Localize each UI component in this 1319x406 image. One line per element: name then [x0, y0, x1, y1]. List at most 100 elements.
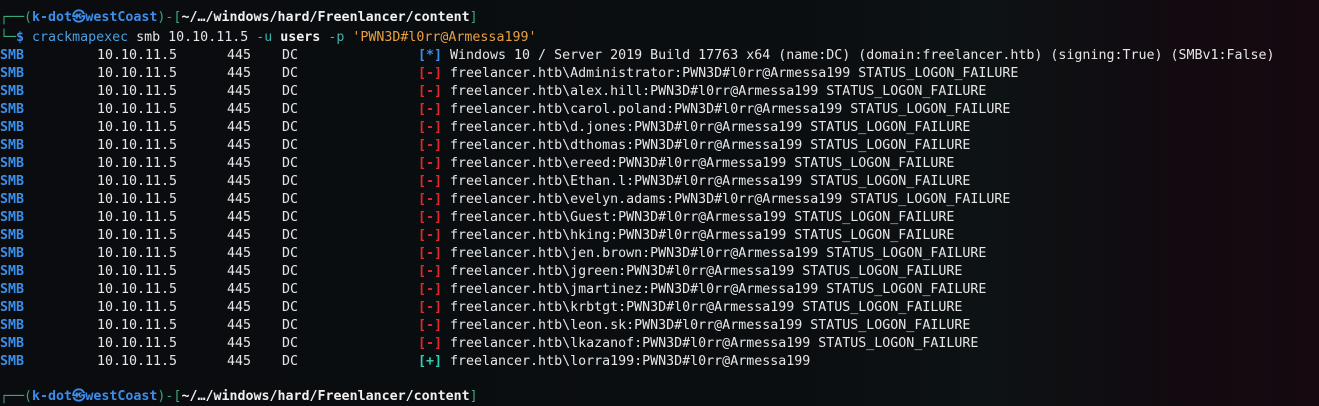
port: 445: [227, 156, 252, 171]
status-marker: [-]: [418, 228, 443, 243]
hostname: DC: [282, 120, 299, 135]
protocol: SMB: [0, 354, 25, 369]
output-row: SMB 10.10.11.5 445 DC [-] freelancer.htb\Admi…: [0, 65, 1319, 83]
hostname: DC: [282, 210, 299, 225]
result-message: freelancer.htb\carol.poland:PWN3D#l0rr@A…: [450, 102, 1011, 117]
protocol: SMB: [0, 264, 25, 279]
protocol: SMB: [0, 156, 25, 171]
result-message: freelancer.htb\Administrator:PWN3D#l0rr@…: [450, 66, 1019, 81]
ip-address: 10.10.11.5: [97, 66, 178, 81]
port: 445: [227, 228, 252, 243]
hostname: DC: [282, 300, 299, 315]
result-message: freelancer.htb\alex.hill:PWN3D#l0rr@Arme…: [450, 84, 987, 99]
result-message: freelancer.htb\evelyn.adams:PWN3D#l0rr@A…: [450, 192, 1011, 207]
hostname: DC: [282, 192, 299, 207]
result-message: freelancer.htb\Ethan.l:PWN3D#l0rr@Armess…: [450, 174, 971, 189]
port: 445: [227, 174, 252, 189]
protocol: SMB: [0, 192, 25, 207]
ip-address: 10.10.11.5: [97, 336, 178, 351]
command-line: └─$ crackmapexec smb 10.10.11.5 -u users…: [0, 30, 537, 45]
result-message: Windows 10 / Server 2019 Build 17763 x64…: [450, 48, 1275, 63]
port: 445: [227, 282, 252, 297]
ip-address: 10.10.11.5: [97, 282, 178, 297]
result-message: freelancer.htb\lkazanof:PWN3D#l0rr@Armes…: [450, 336, 979, 351]
output-row: SMB 10.10.11.5 445 DC [-] freelancer.htb\alex…: [0, 83, 1319, 101]
protocol: SMB: [0, 120, 25, 135]
prompt-host: westCoast: [85, 389, 158, 404]
status-marker: [-]: [418, 102, 443, 117]
port: 445: [227, 354, 252, 369]
prompt-line: ┌──(k-dot㉿westCoast)-[~/…/windows/hard/F…: [0, 10, 478, 25]
result-message: freelancer.htb\hking:PWN3D#l0rr@Armessa1…: [450, 228, 955, 243]
hostname: DC: [282, 48, 299, 63]
output-row: SMB 10.10.11.5 445 DC [-] freelancer.htb\jmar…: [0, 281, 1319, 299]
protocol: SMB: [0, 138, 25, 153]
protocol: SMB: [0, 282, 25, 297]
output-row: SMB 10.10.11.5 445 DC [-] freelancer.htb\caro…: [0, 101, 1319, 119]
hostname: DC: [282, 336, 299, 351]
command-args: smb 10.10.11.5: [136, 30, 249, 45]
status-marker: [-]: [418, 66, 443, 81]
prompt-path: ~/…/windows/hard/Freenlancer/content: [181, 10, 470, 25]
ip-address: 10.10.11.5: [97, 138, 178, 153]
status-marker: [-]: [418, 336, 443, 351]
output-row: SMB 10.10.11.5 445 DC [-] freelancer.htb\jgre…: [0, 263, 1319, 281]
prompt-path: ~/…/windows/hard/Freenlancer/content: [181, 389, 470, 404]
ip-address: 10.10.11.5: [97, 48, 178, 63]
status-marker: [-]: [418, 246, 443, 261]
output-row: SMB 10.10.11.5 445 DC [*] Windows 10 / Server…: [0, 47, 1319, 65]
protocol: SMB: [0, 318, 25, 333]
protocol: SMB: [0, 336, 25, 351]
status-marker: [-]: [418, 120, 443, 135]
output-row: SMB 10.10.11.5 445 DC [-] freelancer.htb\hkin…: [0, 227, 1319, 245]
prompt-user: k-dot: [32, 389, 73, 404]
protocol: SMB: [0, 300, 25, 315]
status-marker: [+]: [418, 354, 443, 369]
protocol: SMB: [0, 210, 25, 225]
output-row: SMB 10.10.11.5 445 DC [-] freelancer.htb\lkaz…: [0, 335, 1319, 353]
protocol: SMB: [0, 102, 25, 117]
ip-address: 10.10.11.5: [97, 228, 178, 243]
protocol: SMB: [0, 174, 25, 189]
hostname: DC: [282, 228, 299, 243]
status-marker: [*]: [418, 48, 443, 63]
port: 445: [227, 210, 252, 225]
hostname: DC: [282, 102, 299, 117]
protocol: SMB: [0, 246, 25, 261]
hostname: DC: [282, 84, 299, 99]
result-message: freelancer.htb\krbtgt:PWN3D#l0rr@Armessa…: [450, 300, 963, 315]
result-message: freelancer.htb\lorra199:PWN3D#l0rr@Armes…: [450, 354, 811, 369]
ip-address: 10.10.11.5: [97, 192, 178, 207]
port: 445: [227, 318, 252, 333]
port: 445: [227, 192, 252, 207]
port: 445: [227, 48, 252, 63]
prompt-user: k-dot: [32, 10, 73, 25]
status-marker: [-]: [418, 174, 443, 189]
protocol: SMB: [0, 48, 25, 63]
status-marker: [-]: [418, 318, 443, 333]
output-row: SMB 10.10.11.5 445 DC [-] freelancer.htb\dtho…: [0, 137, 1319, 155]
port: 445: [227, 264, 252, 279]
ip-address: 10.10.11.5: [97, 318, 178, 333]
result-message: freelancer.htb\ereed:PWN3D#l0rr@Armessa1…: [450, 156, 955, 171]
port: 445: [227, 84, 252, 99]
hostname: DC: [282, 282, 299, 297]
status-marker: [-]: [418, 138, 443, 153]
prompt-symbol: $: [16, 30, 25, 45]
output-row: SMB 10.10.11.5 445 DC [+] freelancer.htb\lorr…: [0, 353, 1319, 371]
status-marker: [-]: [418, 192, 443, 207]
hostname: DC: [282, 264, 299, 279]
ip-address: 10.10.11.5: [97, 84, 178, 99]
hostname: DC: [282, 66, 299, 81]
ip-address: 10.10.11.5: [97, 246, 178, 261]
ip-address: 10.10.11.5: [97, 300, 178, 315]
result-message: freelancer.htb\jgreen:PWN3D#l0rr@Armessa…: [450, 264, 963, 279]
command-binary: crackmapexec: [32, 30, 129, 45]
output-row: SMB 10.10.11.5 445 DC [-] freelancer.htb\eree…: [0, 155, 1319, 173]
ip-address: 10.10.11.5: [97, 174, 178, 189]
ip-address: 10.10.11.5: [97, 354, 178, 369]
result-message: freelancer.htb\jen.brown:PWN3D#l0rr@Arme…: [450, 246, 987, 261]
protocol: SMB: [0, 66, 25, 81]
ip-address: 10.10.11.5: [97, 156, 178, 171]
hostname: DC: [282, 318, 299, 333]
